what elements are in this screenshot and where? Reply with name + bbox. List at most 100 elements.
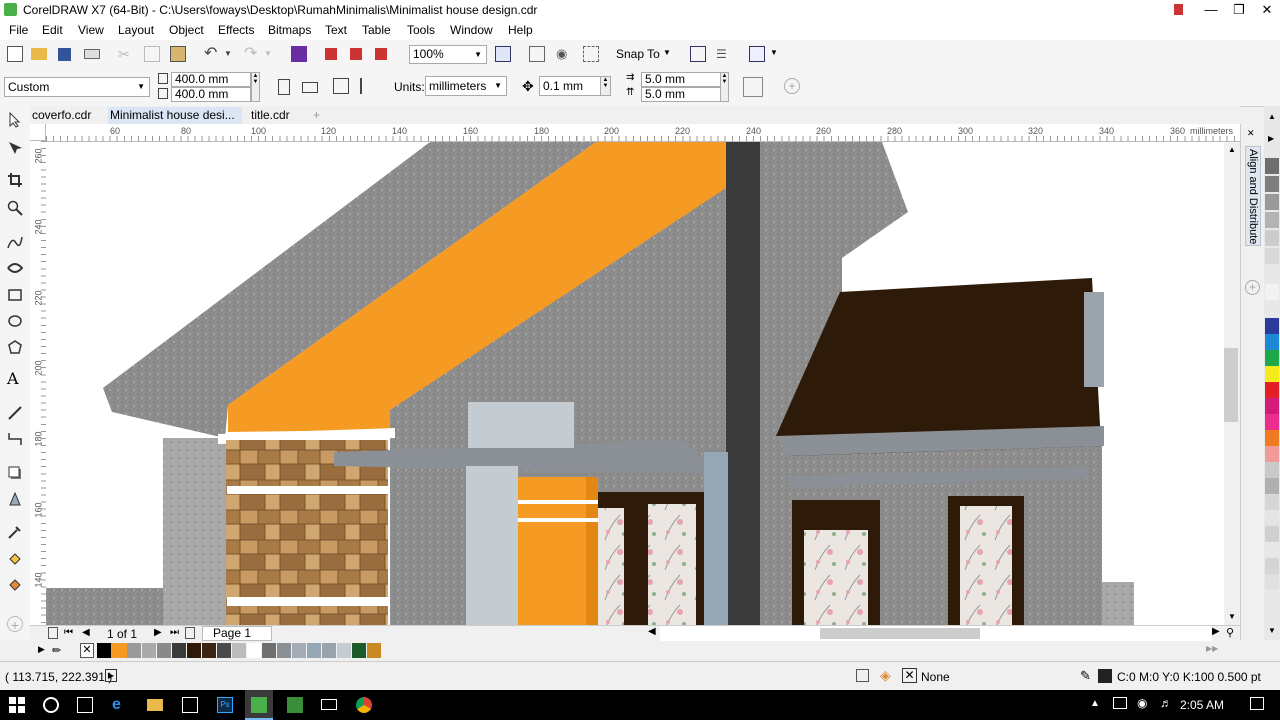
duplicate-spinner[interactable]: ▲ ▼: [720, 72, 729, 102]
palette-swatch[interactable]: [367, 643, 381, 658]
palette-menu-icon[interactable]: ▶: [38, 644, 45, 655]
previous-page-icon[interactable]: ◀: [82, 627, 90, 638]
vertical-ruler[interactable]: 260 240 220 200 180 160 140: [30, 141, 47, 625]
tab-coverfo[interactable]: coverfo.cdr: [30, 107, 110, 124]
palette-swatch[interactable]: [1265, 350, 1279, 366]
store-icon[interactable]: [182, 697, 198, 713]
file-explorer-icon[interactable]: [147, 699, 163, 711]
connector-tool-icon[interactable]: [7, 431, 23, 447]
palette-swatch[interactable]: [1265, 526, 1279, 542]
zoom-level-select[interactable]: 100% ▼: [409, 45, 487, 64]
save-icon[interactable]: [58, 48, 71, 61]
show-rulers-icon[interactable]: [529, 46, 545, 62]
full-screen-preview-icon[interactable]: [495, 46, 511, 62]
paste-icon[interactable]: [170, 46, 186, 62]
copy-icon[interactable]: [144, 46, 160, 62]
docker-tab-align-and-distribute[interactable]: Align and Distribute: [1245, 146, 1261, 246]
palette-swatch[interactable]: [1265, 414, 1279, 430]
edge-browser-icon[interactable]: e: [112, 697, 128, 713]
palette-swatch[interactable]: [1265, 478, 1279, 494]
notifications-icon[interactable]: [1250, 697, 1264, 710]
rectangle-tool-icon[interactable]: [7, 287, 23, 303]
menu-edit[interactable]: Edit: [42, 23, 63, 37]
search-icon[interactable]: [43, 697, 59, 713]
play-icon[interactable]: ▶: [105, 669, 117, 682]
cut-icon[interactable]: ✂: [118, 46, 134, 62]
page-size-select[interactable]: Custom ▼: [4, 77, 150, 97]
scroll-left-icon[interactable]: ◀: [648, 626, 656, 637]
palette-swatch[interactable]: [202, 643, 216, 658]
nudge-spinner[interactable]: ▲ ▼: [600, 76, 611, 96]
menu-window[interactable]: Window: [450, 23, 493, 37]
palette-swatch[interactable]: [337, 643, 351, 658]
palette-flyout-icon[interactable]: ▶: [1268, 134, 1274, 143]
options-icon[interactable]: ☰: [716, 46, 732, 62]
palette-swatch[interactable]: [157, 643, 171, 658]
palette-scroll-down-icon[interactable]: ▼: [1268, 626, 1276, 635]
palette-swatch[interactable]: [292, 643, 306, 658]
artistic-media-tool-icon[interactable]: [7, 260, 24, 276]
drawing-canvas[interactable]: ▲ ▼: [46, 142, 1240, 625]
units-select[interactable]: millimeters ▼: [425, 76, 507, 96]
task-view-icon[interactable]: [77, 697, 93, 713]
polygon-tool-icon[interactable]: [7, 339, 23, 355]
no-fill-icon[interactable]: ✕: [902, 668, 917, 683]
palette-swatch[interactable]: [1265, 318, 1279, 334]
palette-swatch[interactable]: [127, 643, 141, 658]
eyedropper-icon[interactable]: ✏: [52, 644, 61, 657]
text-tool-icon[interactable]: A: [7, 371, 23, 387]
page-size-spinner[interactable]: ▲ ▼: [251, 72, 260, 102]
next-page-icon[interactable]: ▶: [154, 627, 162, 638]
palette-swatch[interactable]: [1265, 430, 1279, 446]
palette-swatch[interactable]: [1265, 158, 1279, 174]
palette-swatch[interactable]: [232, 643, 246, 658]
menu-view[interactable]: View: [78, 23, 104, 37]
ellipse-tool-icon[interactable]: [7, 313, 23, 329]
edit-page-size-icon[interactable]: [743, 77, 763, 97]
snap-to-dropdown[interactable]: Snap To: [616, 47, 660, 61]
palette-swatch[interactable]: [1265, 284, 1279, 300]
outline-color-swatch[interactable]: [1098, 669, 1112, 683]
palette-swatch[interactable]: [277, 643, 291, 658]
palette-swatch[interactable]: [172, 643, 186, 658]
palette-swatch[interactable]: [187, 643, 201, 658]
tab-minimalist-house-design[interactable]: Minimalist house desi...: [108, 107, 242, 124]
palette-swatch[interactable]: [247, 643, 261, 658]
tab-title[interactable]: title.cdr: [249, 107, 313, 124]
export-icon[interactable]: [350, 48, 362, 60]
palette-swatch[interactable]: [97, 643, 111, 658]
application-launcher-icon[interactable]: [749, 46, 765, 62]
palette-swatch[interactable]: [1265, 558, 1279, 574]
crop-tool-icon[interactable]: [7, 172, 23, 188]
menu-layout[interactable]: Layout: [118, 23, 154, 37]
battery-icon[interactable]: [1113, 697, 1127, 709]
current-page-icon[interactable]: [360, 78, 376, 94]
scroll-down-icon[interactable]: ▼: [1228, 612, 1236, 621]
close-button[interactable]: ✕: [1252, 0, 1280, 20]
add-page-before-icon[interactable]: [48, 627, 58, 639]
show-guidelines-icon[interactable]: [583, 46, 599, 62]
welcome-screen-icon[interactable]: [690, 46, 706, 62]
coreldraw-icon[interactable]: [251, 697, 267, 713]
nudge-distance-input[interactable]: 0.1 mm: [539, 76, 601, 96]
photoshop-icon[interactable]: Ps: [217, 697, 233, 713]
palette-swatch[interactable]: [1265, 446, 1279, 462]
chevron-down-icon[interactable]: ▼: [770, 48, 778, 57]
zoom-tool-icon[interactable]: [7, 200, 23, 216]
first-page-icon[interactable]: ⏮: [64, 627, 73, 638]
palette-swatch[interactable]: [1265, 212, 1279, 228]
palette-swatch[interactable]: [307, 643, 321, 658]
new-document-icon[interactable]: [7, 46, 23, 62]
palette-swatch[interactable]: [1265, 494, 1279, 510]
mail-icon[interactable]: [321, 699, 337, 710]
menu-bitmaps[interactable]: Bitmaps: [268, 23, 311, 37]
menu-file[interactable]: File: [9, 23, 28, 37]
portrait-icon[interactable]: [278, 79, 290, 95]
palette-swatch[interactable]: [322, 643, 336, 658]
wifi-icon[interactable]: ◉: [1137, 696, 1147, 710]
undo-dropdown-icon[interactable]: ▼: [224, 46, 240, 62]
palette-swatch[interactable]: [1265, 366, 1279, 382]
last-page-icon[interactable]: ⏭: [170, 627, 179, 638]
all-pages-icon[interactable]: [333, 78, 349, 94]
menu-text[interactable]: Text: [325, 23, 347, 37]
